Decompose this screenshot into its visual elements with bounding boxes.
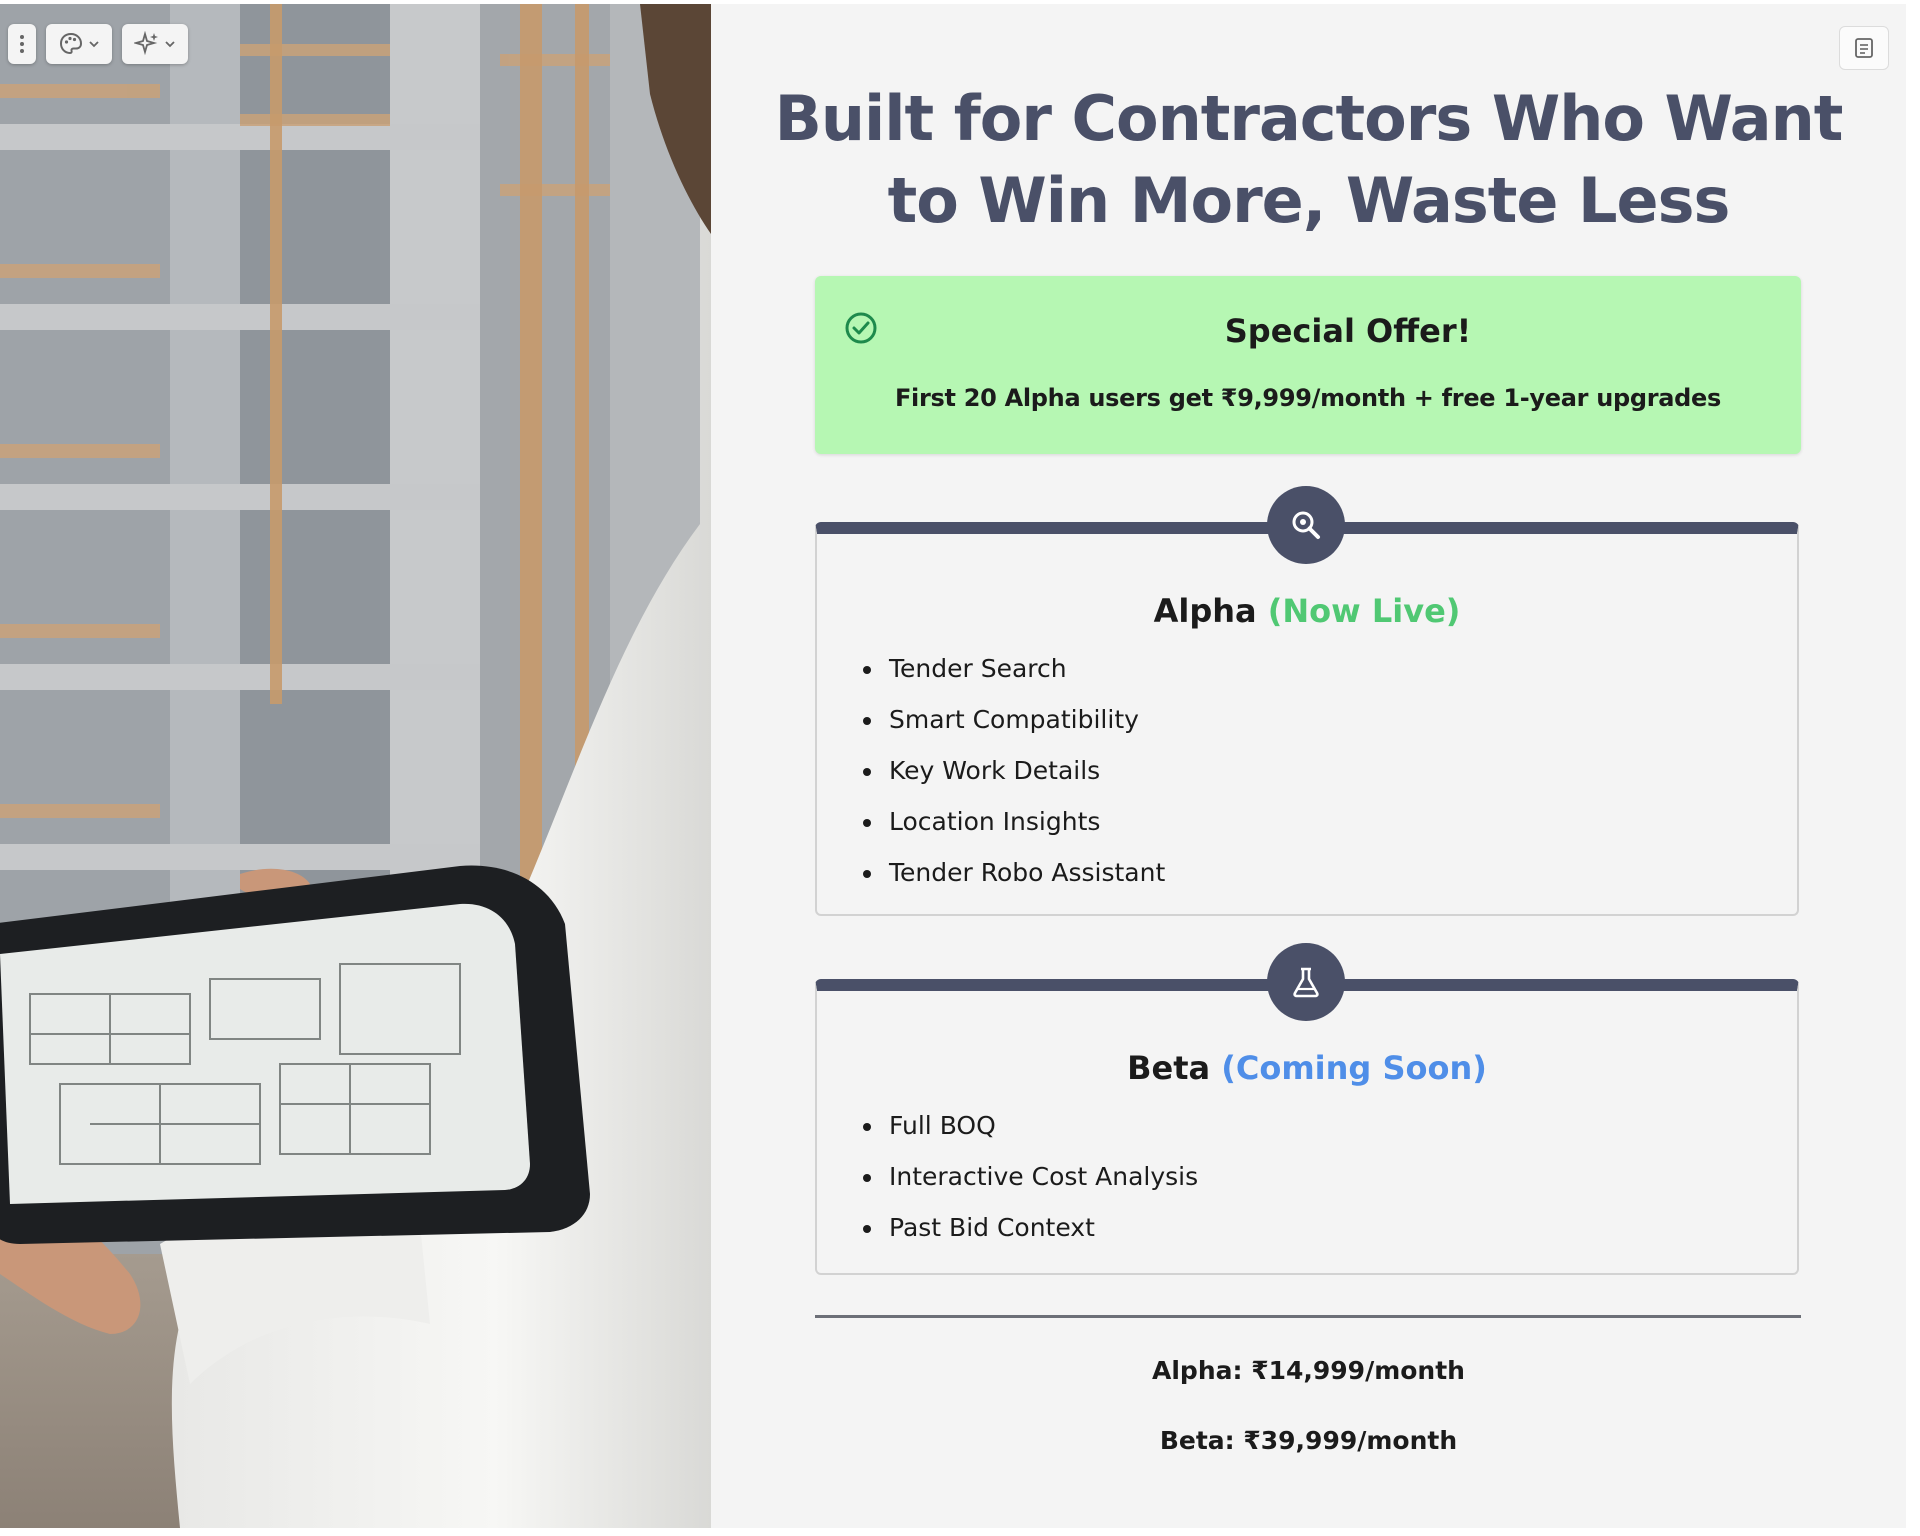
list-item: Smart Compatibility xyxy=(885,703,1165,754)
page-bottom-margin xyxy=(0,1528,1920,1536)
sparkles-icon xyxy=(134,31,158,56)
alpha-title-label: Alpha xyxy=(1153,592,1257,630)
page-title-line-1: Built for Contractors Who Want xyxy=(774,82,1844,155)
list-item: Interactive Cost Analysis xyxy=(885,1160,1198,1211)
notes-icon xyxy=(1855,38,1873,58)
more-options-button[interactable] xyxy=(8,24,36,64)
beta-status: (Coming Soon) xyxy=(1221,1049,1487,1087)
notes-button[interactable] xyxy=(1839,26,1889,70)
beta-feature-list: Full BOQ Interactive Cost Analysis Past … xyxy=(851,1109,1198,1262)
list-item: Key Work Details xyxy=(885,754,1165,805)
beta-plan-card: Beta (Coming Soon) Full BOQ Interactive … xyxy=(815,943,1799,1275)
contractor-with-tablet-illustration xyxy=(0,4,711,1528)
page-title-line-2: to Win More, Waste Less xyxy=(887,164,1731,237)
list-item: Tender Robo Assistant xyxy=(885,856,1165,907)
vertical-dots-icon xyxy=(20,35,24,53)
beta-title-label: Beta xyxy=(1127,1049,1211,1087)
page-right-margin xyxy=(1906,0,1920,1536)
alpha-icon-badge xyxy=(1267,486,1345,564)
list-item: Tender Search xyxy=(885,652,1165,703)
chevron-down-icon xyxy=(165,41,175,48)
special-offer-banner: Special Offer! First 20 Alpha users get … xyxy=(815,276,1801,454)
list-item: Past Bid Context xyxy=(885,1211,1198,1262)
page-title: Built for Contractors Who Want to Win Mo… xyxy=(711,78,1906,242)
alpha-plan-card: Alpha (Now Live) Tender Search Smart Com… xyxy=(815,486,1799,916)
list-item: Full BOQ xyxy=(885,1109,1198,1160)
offer-description: First 20 Alpha users get ₹9,999/month + … xyxy=(894,384,1722,412)
beta-icon-badge xyxy=(1267,943,1345,1021)
palette-icon xyxy=(59,32,83,55)
alpha-price: Alpha: ₹14,999/month xyxy=(1152,1356,1465,1385)
pricing-divider xyxy=(815,1315,1801,1318)
ai-assist-button[interactable] xyxy=(122,24,188,64)
theme-button[interactable] xyxy=(46,24,112,64)
offer-title: Special Offer! xyxy=(1224,312,1472,350)
chevron-down-icon xyxy=(89,41,99,48)
alpha-status: (Now Live) xyxy=(1267,592,1461,630)
content-panel: Built for Contractors Who Want to Win Mo… xyxy=(711,4,1906,1528)
beta-title: Beta (Coming Soon) xyxy=(817,1049,1797,1087)
hero-photo xyxy=(0,4,711,1528)
search-gear-icon xyxy=(1292,511,1320,539)
editor-toolbar xyxy=(8,24,188,64)
alpha-title: Alpha (Now Live) xyxy=(817,592,1797,630)
list-item: Location Insights xyxy=(885,805,1165,856)
slide-page: Built for Contractors Who Want to Win Mo… xyxy=(0,0,1920,1536)
flask-icon xyxy=(1293,967,1319,998)
check-circle-icon xyxy=(845,312,877,344)
alpha-feature-list: Tender Search Smart Compatibility Key Wo… xyxy=(851,652,1165,907)
beta-price: Beta: ₹39,999/month xyxy=(1159,1426,1458,1455)
